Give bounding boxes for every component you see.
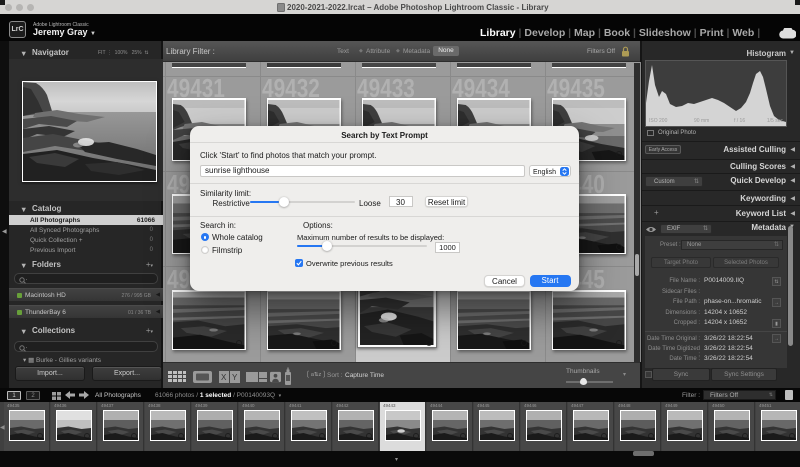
svg-text:Y: Y (232, 373, 238, 382)
svg-text:X: X (221, 373, 227, 382)
